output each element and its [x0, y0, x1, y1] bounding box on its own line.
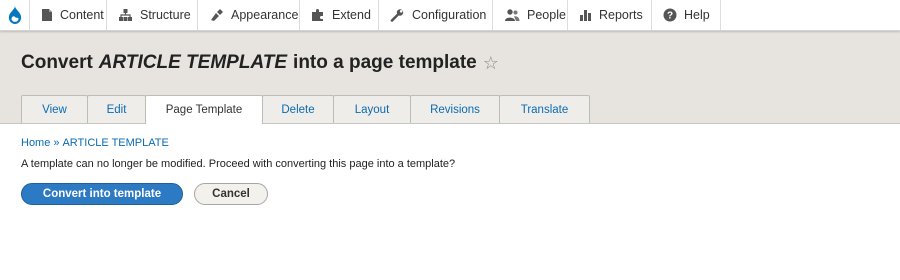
toolbar-item-label: Help: [684, 8, 710, 22]
toolbar-item-reports[interactable]: Reports: [568, 0, 652, 30]
toolbar-item-appearance[interactable]: Appearance: [198, 0, 300, 30]
toolbar-item-label: Reports: [599, 8, 643, 22]
toolbar-item-people[interactable]: People: [493, 0, 568, 30]
toolbar-item-label: Extend: [332, 8, 371, 22]
tab-view[interactable]: View: [21, 95, 88, 123]
tab-label: Layout: [354, 103, 390, 116]
tab-label: Delete: [281, 103, 315, 116]
toolbar-item-label: Appearance: [231, 8, 299, 22]
tab-page-template[interactable]: Page Template: [145, 95, 263, 124]
tab-label: Revisions: [430, 103, 480, 116]
page-header: Convert ARTICLE TEMPLATE into a page tem…: [0, 31, 900, 124]
toolbar-item-structure[interactable]: Structure: [107, 0, 198, 30]
tab-label: Page Template: [165, 104, 243, 116]
drupal-logo-icon[interactable]: [0, 0, 30, 30]
tab-translate[interactable]: Translate: [499, 95, 590, 123]
toolbar-item-label: Content: [60, 8, 104, 22]
breadcrumb: Home» ARTICLE TEMPLATE: [21, 137, 169, 149]
reports-icon: [579, 8, 592, 22]
breadcrumb-current-link[interactable]: ARTICLE TEMPLATE: [62, 137, 168, 149]
tab-label: Edit: [106, 103, 127, 116]
primary-tabs: View Edit Page Template Delete Layout Re…: [21, 95, 590, 124]
toolbar-item-label: Configuration: [412, 8, 487, 22]
appearance-icon: [209, 8, 224, 22]
svg-text:?: ?: [667, 11, 673, 22]
toolbar-item-help[interactable]: ? Help: [652, 0, 721, 30]
toolbar-item-configuration[interactable]: Configuration: [379, 0, 493, 30]
breadcrumb-separator: »: [53, 137, 60, 149]
extend-icon: [311, 8, 325, 22]
tab-layout[interactable]: Layout: [333, 95, 411, 123]
tab-label: Translate: [520, 103, 569, 116]
toolbar-item-label: Structure: [140, 8, 191, 22]
confirmation-message: A template can no longer be modified. Pr…: [21, 158, 456, 170]
page-title-suffix: into a page template: [293, 52, 477, 73]
tab-revisions[interactable]: Revisions: [410, 95, 500, 123]
toolbar-item-extend[interactable]: Extend: [300, 0, 379, 30]
toolbar-item-label: People: [527, 8, 566, 22]
people-icon: [504, 8, 520, 22]
toolbar-item-content[interactable]: Content: [30, 0, 107, 30]
convert-into-template-button[interactable]: Convert into template: [21, 183, 183, 205]
admin-toolbar: Content Structure Appearance Extend Conf…: [0, 0, 900, 31]
breadcrumb-home-link[interactable]: Home: [21, 137, 50, 149]
structure-icon: [118, 8, 133, 22]
star-icon[interactable]: ☆: [483, 54, 499, 72]
cancel-button[interactable]: Cancel: [194, 183, 268, 205]
tab-label: View: [42, 103, 67, 116]
configuration-icon: [390, 8, 405, 22]
page-title-prefix: Convert: [21, 52, 93, 73]
page-title-node: ARTICLE TEMPLATE: [98, 52, 288, 73]
tab-delete[interactable]: Delete: [262, 95, 334, 123]
form-actions: Convert into template Cancel: [21, 183, 268, 205]
tab-edit[interactable]: Edit: [87, 95, 146, 123]
page-title: Convert ARTICLE TEMPLATE into a page tem…: [21, 52, 499, 74]
content-icon: [41, 8, 53, 22]
help-icon: ?: [663, 8, 677, 22]
